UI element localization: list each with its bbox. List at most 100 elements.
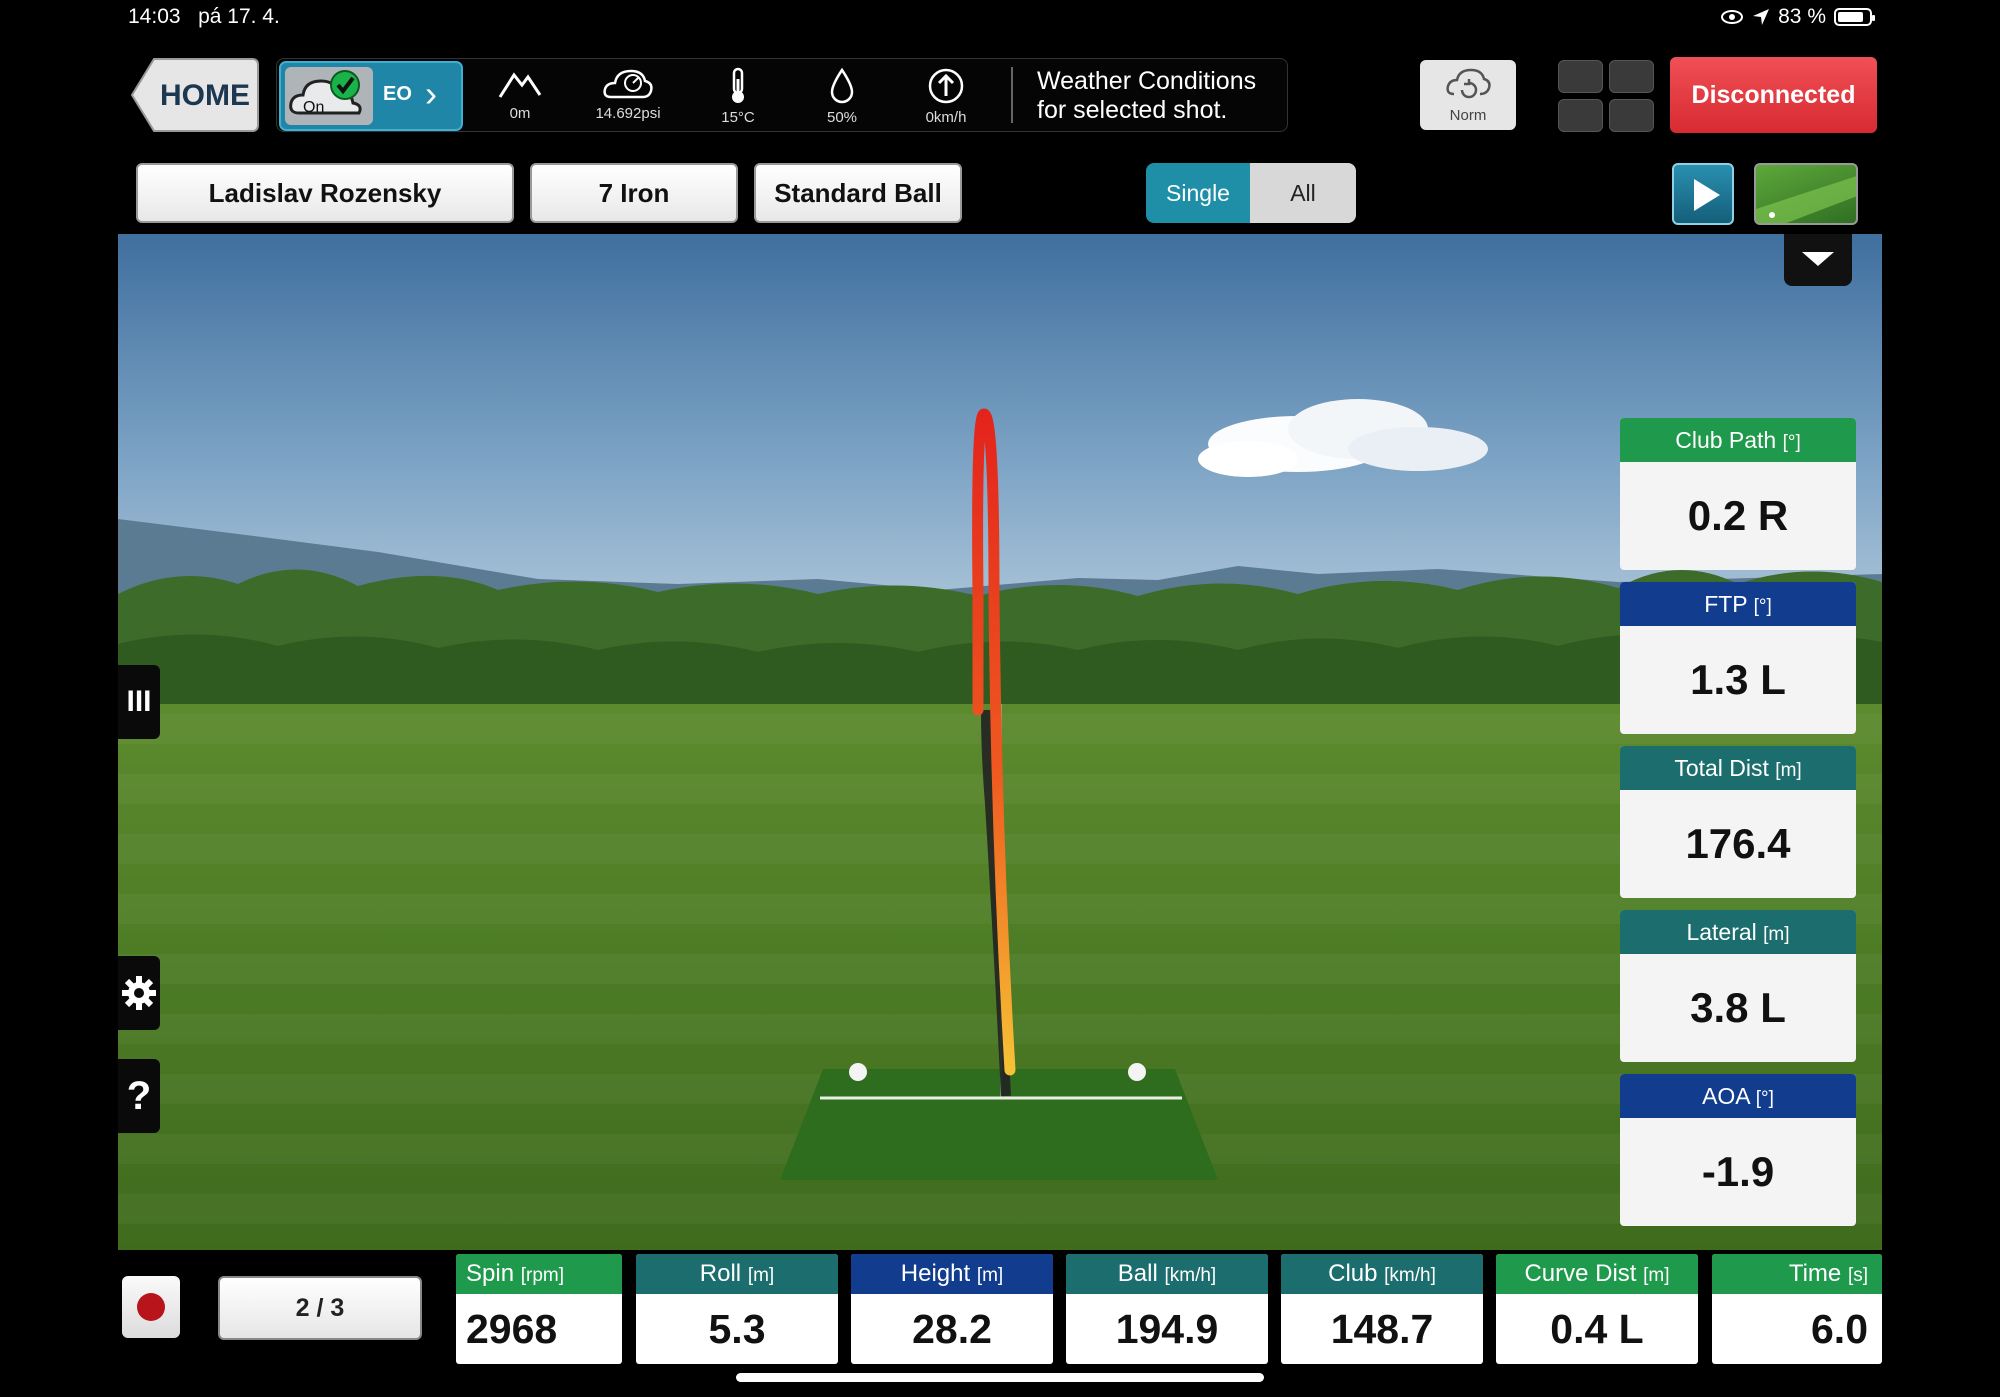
date: pá 17. 4. (198, 5, 280, 28)
screen-mirror-icon (1721, 10, 1744, 24)
grid-cell-icon (1609, 99, 1654, 132)
weather-panel: On EO › 0m 14.692psi 15°C 50% 0km/h Weat… (276, 58, 1288, 132)
pressure-value: 14.692psi (595, 105, 661, 122)
chevron-right-icon: › (425, 73, 437, 114)
stat-value: 0.4 L (1550, 1306, 1644, 1352)
weather-text-line1: Weather Conditions (1037, 67, 1257, 95)
humidity-value: 50% (826, 109, 858, 126)
cloud-sync-toggle[interactable]: On EO › (279, 61, 463, 131)
pressure-gauge-icon (603, 69, 653, 99)
wind-value: 0km/h (925, 109, 967, 126)
stat-value: 6.0 (1811, 1306, 1868, 1352)
stat-value: 2968 (466, 1306, 558, 1352)
mountain-icon (498, 72, 542, 98)
settings-button[interactable] (118, 956, 160, 1030)
stat-time[interactable]: Time [s] 6.0 (1712, 1254, 1882, 1364)
shot-view-toggle: Single All (1146, 163, 1356, 223)
humidity-item[interactable]: 50% (797, 67, 887, 126)
gear-icon (122, 976, 156, 1010)
metric-card-aoa[interactable]: AOA [°] -1.9 (1620, 1074, 1856, 1226)
temperature-value: 15°C (721, 109, 755, 126)
cloud-refresh-icon (1446, 68, 1491, 99)
grid-cell-icon (1558, 99, 1603, 132)
battery-icon (1834, 8, 1875, 26)
stat-header: Club [km/h] (1281, 1254, 1483, 1294)
driving-range-icon (1756, 176, 1856, 223)
wind-direction-icon (928, 68, 964, 104)
grid-cell-icon (1609, 60, 1654, 93)
home-indicator[interactable] (736, 1373, 1264, 1382)
layout-grid-button[interactable] (1558, 60, 1654, 132)
shot-counter[interactable]: 2 / 3 (218, 1276, 422, 1340)
battery-percent: 83 % (1778, 5, 1826, 28)
stat-header: Curve Dist [m] (1496, 1254, 1698, 1294)
weather-text-line2: for selected shot. (1037, 96, 1228, 124)
norm-weather-button[interactable]: Norm (1420, 60, 1516, 130)
stat-spin[interactable]: Spin [rpm] 2968 (456, 1254, 622, 1364)
metric-value: 3.8 L (1690, 984, 1786, 1031)
status-right: 83 % (1720, 5, 1875, 29)
stat-roll[interactable]: Roll [m] 5.3 (636, 1254, 838, 1364)
metric-header: Total Dist [m] (1620, 746, 1856, 790)
thermometer-icon (732, 67, 744, 103)
club-selector[interactable]: 7 Iron (530, 163, 738, 223)
clock: 14:03 (128, 5, 181, 28)
pressure-item[interactable]: 14.692psi (583, 67, 673, 122)
stat-value: 5.3 (708, 1306, 766, 1352)
metric-header: FTP [°] (1620, 582, 1856, 626)
help-button[interactable]: ? (118, 1059, 160, 1133)
stat-header: Height [m] (851, 1254, 1053, 1294)
metric-value: 176.4 (1685, 820, 1791, 867)
single-view-option[interactable]: Single (1146, 163, 1250, 223)
stat-header: Roll [m] (636, 1254, 838, 1294)
metric-card-total-dist[interactable]: Total Dist [m] 176.4 (1620, 746, 1856, 898)
range-3d-view[interactable] (118, 234, 1882, 1250)
stat-club-speed[interactable]: Club [km/h] 148.7 (1281, 1254, 1483, 1364)
grid-cell-icon (1558, 60, 1603, 93)
stat-header: Ball [km/h] (1066, 1254, 1268, 1294)
home-button[interactable]: HOME (130, 57, 260, 133)
player-selector[interactable]: Ladislav Rozensky (136, 163, 514, 223)
stat-height[interactable]: Height [m] 28.2 (851, 1254, 1053, 1364)
cloud-on-icon: On (285, 67, 373, 125)
stat-ball-speed[interactable]: Ball [km/h] 194.9 (1066, 1254, 1268, 1364)
eo-label: EO (383, 83, 412, 105)
metric-card-ftp[interactable]: FTP [°] 1.3 L (1620, 582, 1856, 734)
stat-value: 148.7 (1330, 1306, 1434, 1352)
metric-header: Club Path [°] (1620, 418, 1856, 462)
norm-label: Norm (1449, 107, 1487, 124)
side-menu-button[interactable]: III (118, 665, 160, 739)
status-time: 14:03 pá 17. 4. (128, 5, 280, 29)
tee-marker-left (849, 1063, 867, 1081)
weather-conditions-text: Weather Conditions for selected shot. (1037, 67, 1256, 125)
altitude-item[interactable]: 0m (475, 67, 565, 122)
metric-value: 0.2 R (1687, 492, 1789, 539)
stat-header: Time [s] (1712, 1254, 1882, 1294)
hitting-mat (780, 1069, 1218, 1180)
replay-button[interactable] (1672, 163, 1734, 225)
record-button[interactable] (122, 1276, 180, 1338)
ios-status-bar: 14:03 pá 17. 4. 83 % (0, 0, 2000, 34)
stat-value: 194.9 (1115, 1306, 1219, 1352)
metric-card-lateral[interactable]: Lateral [m] 3.8 L (1620, 910, 1856, 1062)
temperature-item[interactable]: 15°C (693, 67, 783, 126)
metric-header: Lateral [m] (1620, 910, 1856, 954)
golf-simulator-screen: 14:03 pá 17. 4. 83 % HOME On EO › 0m 14.… (0, 0, 2000, 1397)
metric-header: AOA [°] (1620, 1074, 1856, 1118)
home-label: HOME (160, 79, 250, 112)
svg-text:On: On (303, 99, 324, 116)
location-arrow-icon (1753, 9, 1770, 25)
weather-divider (1011, 67, 1013, 123)
ball-selector[interactable]: Standard Ball (754, 163, 962, 223)
tee-marker-right (1128, 1063, 1146, 1081)
connection-status-button[interactable]: Disconnected (1670, 57, 1877, 133)
metric-card-club-path[interactable]: Club Path [°] 0.2 R (1620, 418, 1856, 570)
range-view-thumbnail[interactable] (1754, 163, 1858, 225)
wind-item[interactable]: 0km/h (901, 67, 991, 126)
scene-options-dropdown[interactable] (1784, 234, 1852, 286)
altitude-value: 0m (509, 105, 531, 122)
all-view-option[interactable]: All (1250, 163, 1356, 223)
metric-value: 1.3 L (1690, 656, 1786, 703)
stat-curve-dist[interactable]: Curve Dist [m] 0.4 L (1496, 1254, 1698, 1364)
stat-value: 28.2 (912, 1306, 992, 1352)
